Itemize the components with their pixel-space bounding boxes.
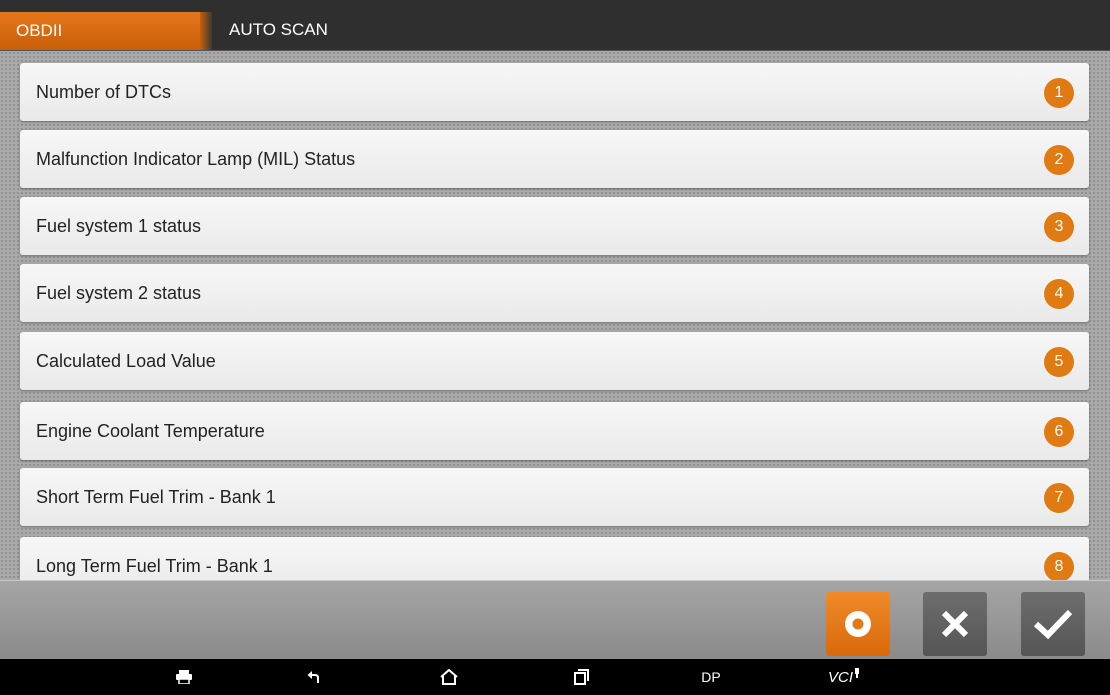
breadcrumb: AUTO SCAN [229, 20, 328, 39]
dp-button[interactable]: DP [696, 659, 726, 695]
list-item-number-badge: 8 [1044, 552, 1074, 580]
list-item-number-badge: 5 [1044, 347, 1074, 377]
record-button[interactable] [826, 592, 890, 656]
back-button[interactable] [302, 659, 326, 695]
list-item-label: Long Term Fuel Trim - Bank 1 [36, 556, 273, 576]
list-item-number-badge: 2 [1044, 145, 1074, 175]
check-icon [1033, 609, 1073, 640]
vci-label: VCI [827, 668, 853, 686]
cancel-button[interactable] [923, 592, 987, 656]
record-icon [845, 611, 871, 637]
title-bar: OBDII AUTO SCAN [0, 0, 1110, 51]
printer-icon [176, 670, 192, 684]
list-item[interactable]: Long Term Fuel Trim - Bank 1 8 [20, 537, 1089, 580]
list-item-label: Fuel system 1 status [36, 216, 202, 236]
list-item-label: Malfunction Indicator Lamp (MIL) Status [36, 149, 356, 169]
tab-divider [200, 12, 212, 50]
list-item-label: Number of DTCs [36, 82, 172, 102]
list-item-label: Calculated Load Value [36, 351, 216, 371]
close-icon [941, 610, 969, 638]
system-nav-bar: DP VCI [0, 659, 1110, 695]
list-item[interactable]: Malfunction Indicator Lamp (MIL) Status … [20, 130, 1089, 188]
pid-list[interactable]: Number of DTCs 1 Malfunction Indicator L… [0, 51, 1110, 580]
module-tab-label: OBDII [16, 21, 63, 40]
list-item-number-badge: 4 [1044, 279, 1074, 309]
list-item[interactable]: Short Term Fuel Trim - Bank 1 7 [20, 468, 1089, 526]
home-button[interactable] [436, 659, 462, 695]
action-bar [0, 580, 1110, 660]
confirm-button[interactable] [1021, 592, 1085, 656]
list-item[interactable]: Fuel system 1 status 3 [20, 197, 1089, 255]
list-item-number-badge: 7 [1044, 483, 1074, 513]
list-item-number-badge: 1 [1044, 78, 1074, 108]
vci-connector-icon [855, 668, 859, 678]
home-icon [440, 669, 458, 685]
list-item-number-badge: 6 [1044, 417, 1074, 447]
list-item[interactable]: Number of DTCs 1 [20, 63, 1089, 121]
list-item[interactable]: Engine Coolant Temperature 6 [20, 402, 1089, 460]
print-button[interactable] [170, 659, 198, 695]
list-item[interactable]: Calculated Load Value 5 [20, 332, 1089, 390]
list-item-number-badge: 3 [1044, 212, 1074, 242]
recent-apps-icon [574, 669, 589, 685]
list-item-label: Engine Coolant Temperature [36, 421, 265, 441]
back-arrow-icon [307, 671, 319, 683]
list-item-label: Fuel system 2 status [36, 283, 202, 303]
module-tab-obdii[interactable]: OBDII [0, 12, 212, 50]
list-item-label: Short Term Fuel Trim - Bank 1 [36, 487, 276, 507]
vci-status[interactable]: VCI [824, 659, 864, 695]
list-item[interactable]: Fuel system 2 status 4 [20, 264, 1089, 322]
recent-apps-button[interactable] [569, 659, 593, 695]
